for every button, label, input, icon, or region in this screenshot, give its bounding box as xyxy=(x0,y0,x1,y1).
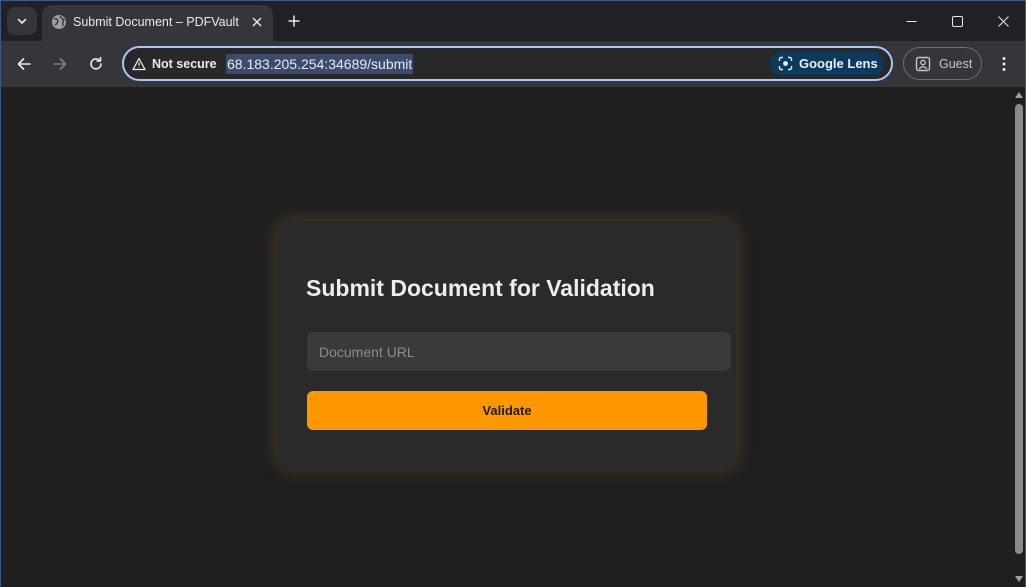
reload-icon xyxy=(90,56,102,70)
back-arrow-icon xyxy=(17,58,31,70)
forward-arrow-icon xyxy=(53,58,67,70)
warning-icon xyxy=(132,57,146,71)
document-url-input[interactable] xyxy=(307,332,731,371)
browser-toolbar: Not secure 68.183.205.254:34689/submit G… xyxy=(1,41,1025,87)
minimize-button[interactable] xyxy=(888,5,934,37)
forward-button[interactable] xyxy=(46,50,74,78)
tab-search-button[interactable] xyxy=(7,7,37,35)
browser-window: Submit Document – PDFVault Not secure 68… xyxy=(0,0,1026,587)
profile-label: Guest xyxy=(939,56,973,71)
back-button[interactable] xyxy=(10,50,38,78)
validate-button[interactable]: Validate xyxy=(307,391,707,430)
close-icon xyxy=(252,17,262,27)
security-indicator[interactable]: Not secure xyxy=(132,54,217,74)
url-text[interactable]: 68.183.205.254:34689/submit xyxy=(226,54,414,74)
maximize-button[interactable] xyxy=(934,5,980,37)
maximize-icon xyxy=(951,15,963,27)
reload-button[interactable] xyxy=(82,50,110,78)
plus-icon xyxy=(288,15,300,27)
lens-icon xyxy=(778,56,793,71)
security-label: Not secure xyxy=(152,57,217,71)
triangle-down-icon xyxy=(1015,576,1023,582)
page-title: Submit Document for Validation xyxy=(306,275,655,301)
submit-card: Submit Document for Validation Validate xyxy=(277,221,737,469)
browser-menu-button[interactable] xyxy=(992,50,1016,78)
triangle-up-icon xyxy=(1015,92,1023,98)
chevron-down-icon xyxy=(17,18,27,24)
profile-icon xyxy=(915,56,931,71)
new-tab-button[interactable] xyxy=(283,10,305,32)
tab-close-button[interactable] xyxy=(248,13,266,31)
close-icon xyxy=(997,15,1009,27)
scroll-thumb[interactable] xyxy=(1015,104,1023,554)
close-window-button[interactable] xyxy=(980,5,1026,37)
tab-strip: Submit Document – PDFVault xyxy=(1,1,1025,41)
google-lens-button[interactable]: Google Lens xyxy=(770,52,884,75)
page-viewport: Submit Document for Validation Validate xyxy=(1,87,1013,587)
address-bar[interactable]: Not secure 68.183.205.254:34689/submit G… xyxy=(122,46,893,81)
google-lens-label: Google Lens xyxy=(799,56,878,71)
minimize-icon xyxy=(906,20,916,22)
profile-button[interactable]: Guest xyxy=(903,47,982,80)
kebab-menu-icon xyxy=(1002,57,1006,71)
globe-icon xyxy=(52,15,66,29)
vertical-scrollbar[interactable] xyxy=(1013,87,1025,587)
scroll-down-arrow[interactable] xyxy=(1015,575,1023,583)
scroll-up-arrow[interactable] xyxy=(1015,91,1023,99)
tab-active[interactable]: Submit Document – PDFVault xyxy=(42,5,273,41)
tab-title: Submit Document – PDFVault xyxy=(73,15,239,29)
